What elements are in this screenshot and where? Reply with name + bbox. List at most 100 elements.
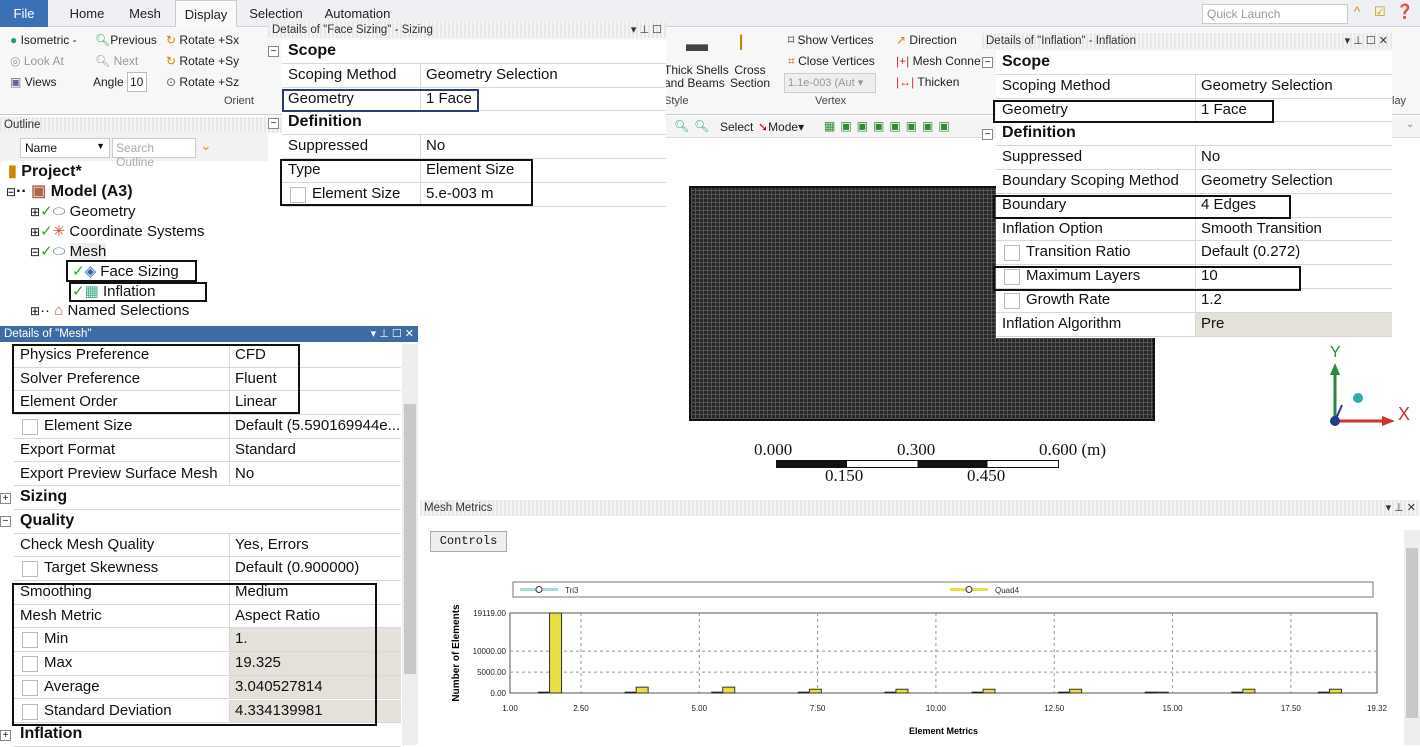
property-value[interactable]: 1.2: [1195, 289, 1392, 312]
property-row[interactable]: Export Format Standard: [14, 438, 401, 463]
property-value[interactable]: Medium: [229, 581, 401, 604]
property-row[interactable]: Target Skewness Default (0.900000): [14, 557, 401, 581]
property-row[interactable]: Export Preview Surface Mesh No: [14, 462, 401, 487]
tree-item-face-sizing[interactable]: ✓◈ Face Sizing: [72, 262, 179, 280]
controls-button[interactable]: Controls: [430, 531, 507, 552]
property-row[interactable]: Element Size 5.e-003 m: [282, 182, 666, 207]
property-value[interactable]: 4 Edges: [1195, 193, 1392, 217]
isometric-button[interactable]: ● Isometric -: [10, 33, 77, 47]
show-vertices-button[interactable]: ⌑ Show Vertices: [788, 33, 874, 47]
mesh-details-scrollbar[interactable]: [402, 344, 418, 745]
property-row[interactable]: Suppressed No: [282, 135, 666, 159]
toolbar-overflow-icon[interactable]: ⌄: [1406, 119, 1414, 130]
parameter-checkbox[interactable]: [290, 186, 306, 203]
expand-icon[interactable]: ⊞: [30, 304, 40, 318]
parameter-checkbox[interactable]: [22, 561, 38, 578]
property-value[interactable]: 5.e-003 m: [420, 182, 666, 206]
property-value[interactable]: Fluent: [229, 367, 401, 391]
property-row[interactable]: Element Order Linear: [14, 391, 401, 416]
property-value[interactable]: Default (0.900000): [229, 557, 401, 580]
property-value[interactable]: Element Size: [420, 159, 666, 182]
close-vertices-button[interactable]: ⌗ Close Vertices: [788, 54, 875, 69]
property-row[interactable]: Physics Preference CFD: [14, 344, 401, 368]
notes-icon[interactable]: ☑: [1374, 4, 1386, 20]
property-row[interactable]: Average 3.040527814: [14, 675, 401, 700]
property-row[interactable]: Inflation Algorithm Pre: [996, 312, 1392, 337]
tab-home[interactable]: Home: [62, 0, 112, 27]
property-row[interactable]: Scoping Method Geometry Selection: [282, 63, 666, 88]
property-row[interactable]: Transition Ratio Default (0.272): [996, 241, 1392, 266]
property-row[interactable]: Boundary Scoping Method Geometry Selectio…: [996, 170, 1392, 194]
property-row[interactable]: Geometry 1 Face: [282, 87, 666, 112]
property-row[interactable]: Geometry 1 Face: [996, 98, 1392, 123]
property-value[interactable]: 3.040527814: [229, 675, 401, 699]
parameter-checkbox[interactable]: [1004, 293, 1020, 309]
property-row[interactable]: Standard Deviation 4.334139981: [14, 699, 401, 724]
collapse-icon[interactable]: ⊟: [6, 185, 16, 199]
vertex-size-dropdown[interactable]: 1.1e-003 (Aut ▾: [784, 73, 876, 93]
section-header[interactable]: + Sizing: [0, 486, 401, 510]
select-mode-button[interactable]: ➘Mode▾: [758, 120, 804, 134]
collapse-icon[interactable]: −: [982, 128, 993, 140]
collapse-icon[interactable]: −: [268, 117, 279, 129]
next-button[interactable]: 🔍︎ Next: [95, 54, 138, 68]
property-row[interactable]: Check Mesh Quality Yes, Errors: [14, 533, 401, 558]
thick-shells-button[interactable]: Thick Shells and Beams: [664, 64, 729, 90]
parameter-checkbox[interactable]: [22, 679, 38, 696]
tab-file[interactable]: File: [0, 0, 48, 27]
tab-display[interactable]: Display: [175, 0, 237, 27]
tab-mesh[interactable]: Mesh: [120, 0, 170, 27]
scrollbar-thumb[interactable]: [404, 404, 416, 674]
property-value[interactable]: Standard: [229, 438, 401, 462]
parameter-checkbox[interactable]: [22, 419, 38, 436]
parameter-checkbox[interactable]: [22, 632, 38, 649]
property-value[interactable]: Geometry Selection: [420, 63, 666, 87]
property-row[interactable]: Suppressed No: [996, 146, 1392, 170]
rotate-sy-button[interactable]: ↻ Rotate +Sy: [166, 54, 239, 68]
scrollbar-thumb[interactable]: [1406, 548, 1418, 718]
parameter-checkbox[interactable]: [22, 656, 38, 673]
property-value[interactable]: 1 Face: [420, 87, 666, 111]
section-header[interactable]: + Inflation: [0, 723, 401, 747]
section-header[interactable]: − Definition: [982, 122, 1392, 147]
collapse-icon[interactable]: −: [0, 516, 11, 528]
property-row[interactable]: Growth Rate 1.2: [996, 289, 1392, 313]
direction-button[interactable]: ↗ Direction: [896, 33, 957, 47]
angle-input[interactable]: 10: [127, 72, 147, 92]
parameter-checkbox[interactable]: [1004, 269, 1020, 286]
property-row[interactable]: Maximum Layers 10: [996, 265, 1392, 289]
tree-item-coordinate-systems[interactable]: ⊞✓✳ Coordinate Systems: [30, 222, 204, 240]
collapse-icon[interactable]: −: [982, 57, 993, 69]
property-row[interactable]: Max 19.325: [14, 652, 401, 676]
property-value[interactable]: Geometry Selection: [1195, 170, 1392, 193]
property-value[interactable]: 10: [1195, 265, 1392, 288]
panel-controls[interactable]: ▾ ⊥ ✕: [1386, 500, 1416, 516]
zoom-in-icon[interactable]: 🔍︎: [674, 119, 689, 133]
property-value[interactable]: No: [1195, 146, 1392, 169]
property-row[interactable]: Solver Preference Fluent: [14, 367, 401, 392]
previous-button[interactable]: 🔍︎Previous: [95, 33, 157, 47]
tree-item-mesh[interactable]: ⊟✓⬭ Mesh: [30, 242, 107, 260]
help-icon[interactable]: ❓: [1396, 3, 1413, 20]
mesh-metrics-scrollbar[interactable]: [1404, 530, 1420, 745]
collapse-icon[interactable]: ⊟: [30, 245, 40, 259]
section-header[interactable]: − Scope: [982, 51, 1392, 75]
property-value[interactable]: Default (5.590169944e...: [229, 415, 401, 438]
property-value[interactable]: No: [420, 135, 666, 158]
zoom-fit-icon[interactable]: 🔍︎: [694, 119, 709, 133]
panel-controls[interactable]: ▾ ⊥ ☐ ✕: [371, 326, 414, 342]
parameter-checkbox[interactable]: [1004, 245, 1020, 262]
property-value[interactable]: CFD: [229, 344, 401, 367]
mesh-connection-button[interactable]: |+| Mesh Conne: [896, 54, 981, 68]
search-outline-input[interactable]: Search Outline: [112, 138, 196, 169]
property-row[interactable]: Inflation Option Smooth Transition: [996, 217, 1392, 242]
thicken-button[interactable]: |↔| Thicken: [896, 75, 959, 89]
expand-icon[interactable]: +: [0, 492, 11, 504]
name-filter-dropdown[interactable]: Name ▼: [20, 138, 110, 158]
property-row[interactable]: Element Size Default (5.590169944e...: [14, 415, 401, 439]
property-value[interactable]: Pre: [1195, 312, 1392, 336]
expand-icon[interactable]: ⊞: [30, 225, 40, 239]
property-value[interactable]: Yes, Errors: [229, 533, 401, 557]
tree-item-project[interactable]: ▮ Project*: [8, 161, 82, 181]
panel-controls[interactable]: ▾ ⊥ ☐: [631, 22, 662, 38]
